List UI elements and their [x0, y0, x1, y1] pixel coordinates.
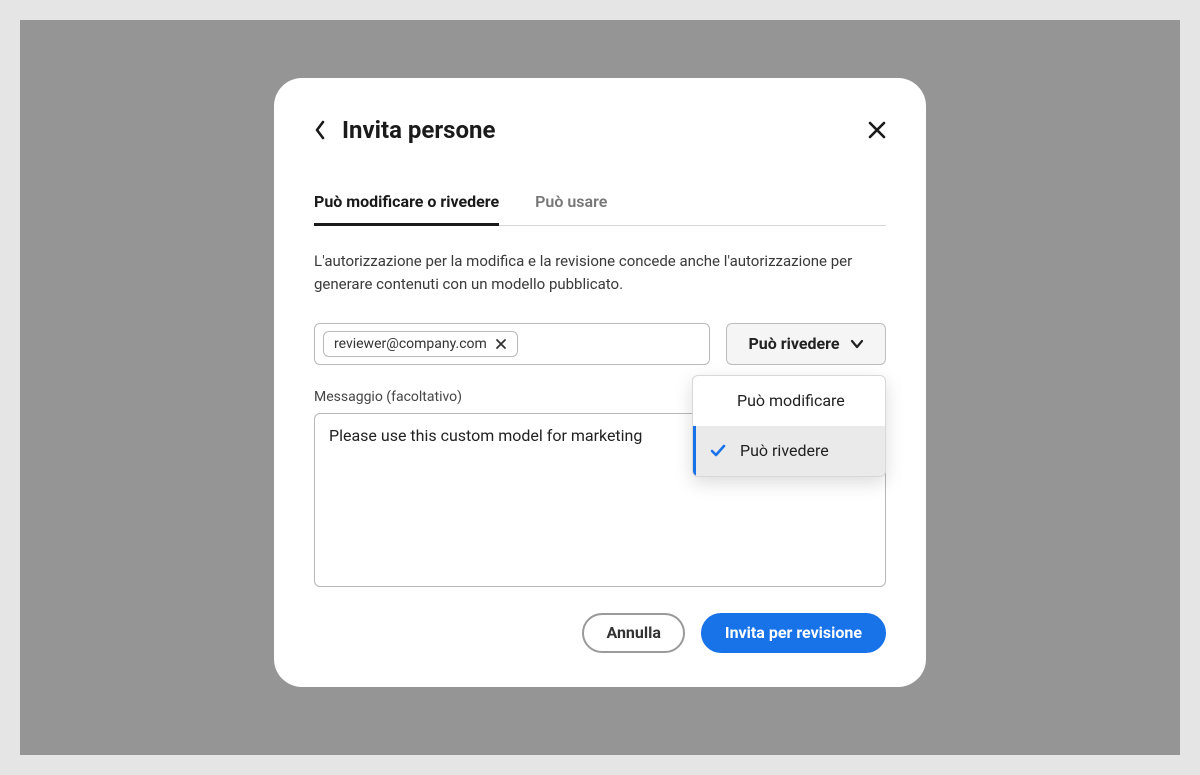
check-icon	[709, 442, 727, 460]
email-chip: reviewer@company.com	[323, 331, 518, 357]
close-icon	[495, 338, 507, 350]
invite-row: reviewer@company.com Può rivedere Può mo…	[314, 323, 886, 365]
close-button[interactable]	[868, 121, 886, 139]
back-button[interactable]	[314, 120, 326, 140]
tab-use[interactable]: Può usare	[535, 192, 607, 225]
permission-option-label: Può rivedere	[740, 441, 829, 460]
cancel-button[interactable]: Annulla	[582, 613, 684, 653]
submit-button[interactable]: Invita per revisione	[701, 613, 886, 653]
dialog-footer: Annulla Invita per revisione	[314, 613, 886, 653]
dialog-title: Invita persone	[342, 116, 495, 144]
chevron-left-icon	[314, 120, 326, 140]
permission-option-review[interactable]: Può rivedere	[693, 426, 885, 476]
tab-edit-review[interactable]: Può modificare o rivedere	[314, 192, 499, 225]
chevron-down-icon	[850, 339, 864, 349]
permission-dropdown-label: Può rivedere	[748, 334, 839, 353]
permission-dropdown-menu: Può modificare Può rivedere	[692, 375, 886, 477]
dialog-header-left: Invita persone	[314, 116, 495, 144]
permission-tabs: Può modificare o rivedere Può usare	[314, 192, 886, 226]
permission-dropdown-button[interactable]: Può rivedere	[726, 323, 886, 365]
email-chip-text: reviewer@company.com	[334, 336, 487, 352]
dialog-header: Invita persone	[314, 116, 886, 144]
email-input[interactable]: reviewer@company.com	[314, 323, 710, 365]
helper-text: L'autorizzazione per la modifica e la re…	[314, 250, 886, 297]
invite-dialog: Invita persone Può modificare o rivedere…	[274, 78, 926, 687]
remove-chip-button[interactable]	[495, 338, 507, 350]
permission-option-edit[interactable]: Può modificare	[693, 376, 885, 426]
close-icon	[868, 121, 886, 139]
permission-option-label: Può modificare	[737, 391, 845, 410]
